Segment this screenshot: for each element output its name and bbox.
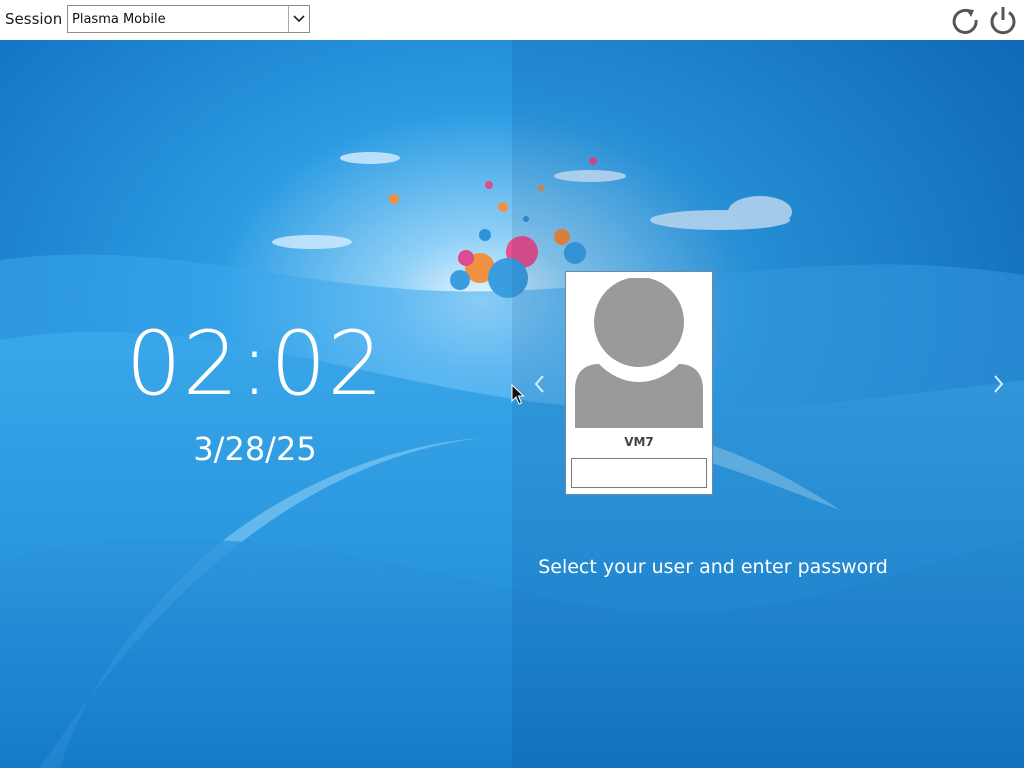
chevron-left-icon (534, 375, 544, 393)
password-input[interactable] (571, 458, 707, 488)
chevron-down-icon[interactable] (288, 6, 309, 32)
user-card[interactable]: VM7 (565, 271, 713, 495)
restart-button[interactable] (949, 4, 981, 36)
mouse-cursor-icon (511, 384, 525, 405)
session-bar: Session Plasma Mobile (0, 0, 1024, 40)
session-label: Session (5, 10, 63, 28)
clock-time: 02:02 (125, 312, 385, 415)
restart-icon (952, 9, 978, 34)
session-dropdown[interactable]: Plasma Mobile (67, 5, 310, 33)
chevron-right-icon (994, 375, 1004, 393)
next-user-button[interactable] (988, 372, 1008, 396)
clock-date: 3/28/25 (193, 430, 317, 468)
user-name: VM7 (624, 435, 654, 449)
login-hint: Select your user and enter password (538, 556, 888, 578)
previous-user-button[interactable] (530, 372, 550, 396)
user-avatar-icon (575, 278, 703, 428)
power-icon (990, 7, 1016, 35)
shutdown-button[interactable] (987, 4, 1019, 36)
session-selected-value: Plasma Mobile (72, 12, 166, 27)
